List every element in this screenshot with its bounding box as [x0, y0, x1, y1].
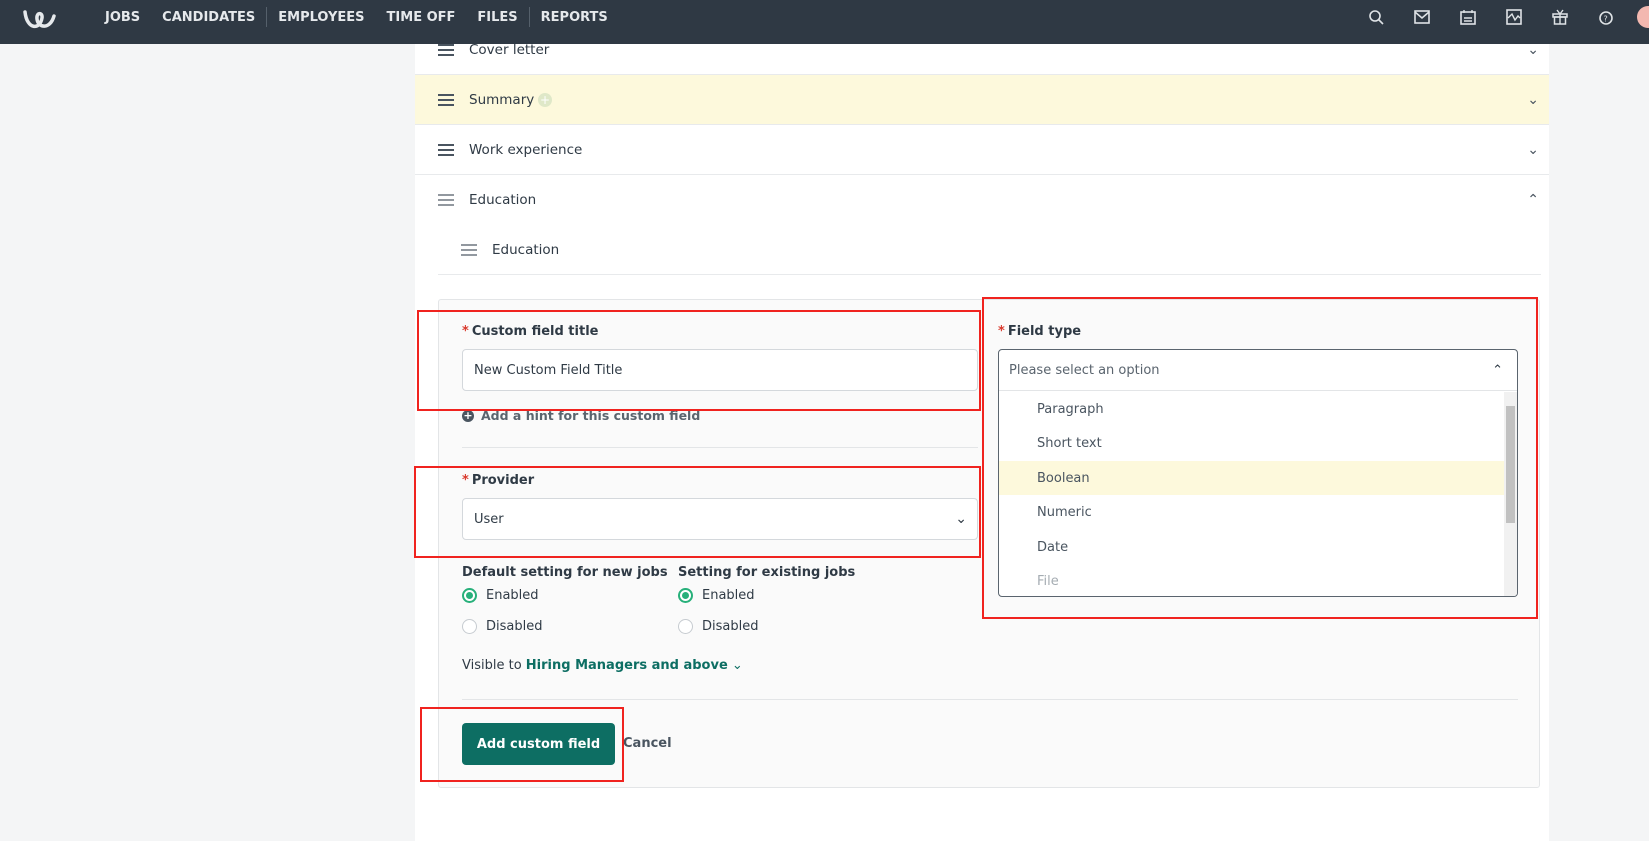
- page-gutter: [1549, 44, 1568, 841]
- cancel-button[interactable]: Cancel: [623, 736, 672, 751]
- visibility-setting: Visible to Hiring Managers and above ⌄: [462, 658, 743, 673]
- chevron-down-icon[interactable]: ⌄: [732, 658, 743, 673]
- option-boolean[interactable]: Boolean: [999, 461, 1504, 495]
- add-hint-link[interactable]: + Add a hint for this custom field: [462, 408, 700, 423]
- section-label: Education: [469, 192, 537, 208]
- option-short-text[interactable]: Short text: [999, 426, 1504, 460]
- svg-text:?: ?: [1604, 15, 1608, 24]
- new-jobs-enabled-radio[interactable]: Enabled: [462, 588, 539, 603]
- gift-icon[interactable]: [1537, 9, 1583, 25]
- new-jobs-disabled-radio[interactable]: Disabled: [462, 619, 542, 634]
- provider-label: * Provider: [462, 473, 535, 488]
- divider: [462, 699, 1518, 700]
- existing-jobs-setting-label: Setting for existing jobs: [678, 565, 856, 580]
- option-file[interactable]: File: [999, 564, 1504, 596]
- avatar[interactable]: [1637, 6, 1649, 28]
- calendar-icon[interactable]: [1445, 9, 1491, 25]
- custom-field-title-input[interactable]: New Custom Field Title: [462, 349, 978, 391]
- subsection-label: Education: [492, 241, 560, 258]
- option-numeric[interactable]: Numeric: [999, 495, 1504, 529]
- section-cover-letter[interactable]: Cover letter ⌄: [415, 25, 1549, 75]
- nav-jobs[interactable]: JOBS: [94, 10, 151, 25]
- drag-handle-icon[interactable]: [438, 41, 454, 59]
- custom-field-title-label: * Custom field title: [462, 324, 599, 339]
- activity-icon[interactable]: [1491, 9, 1537, 25]
- nav-employees[interactable]: EMPLOYEES: [267, 10, 375, 25]
- option-date[interactable]: Date: [999, 530, 1504, 564]
- logo-icon[interactable]: [22, 8, 68, 32]
- chevron-down-icon[interactable]: ⌄: [1527, 92, 1539, 108]
- nav-time-off[interactable]: TIME OFF: [376, 10, 467, 25]
- field-type-label: * Field type: [998, 324, 1082, 339]
- add-circle-icon[interactable]: +: [538, 92, 552, 107]
- section-label: Work experience: [469, 141, 583, 158]
- chevron-down-icon[interactable]: ⌄: [1527, 42, 1539, 58]
- chevron-down-icon[interactable]: ⌄: [1527, 142, 1539, 158]
- provider-select[interactable]: User ⌄: [462, 498, 978, 540]
- nav-reports[interactable]: REPORTS: [530, 10, 619, 25]
- drag-handle-icon[interactable]: [438, 191, 454, 209]
- nav-candidates[interactable]: CANDIDATES: [151, 10, 266, 25]
- scrollbar[interactable]: [1504, 392, 1517, 596]
- add-custom-field-button[interactable]: Add custom field: [462, 723, 615, 765]
- new-jobs-setting-label: Default setting for new jobs: [462, 565, 668, 580]
- existing-jobs-enabled-radio[interactable]: Enabled: [678, 588, 755, 603]
- section-education[interactable]: Education ⌃: [415, 175, 1549, 225]
- field-type-select[interactable]: Please select an option ⌃: [999, 350, 1517, 391]
- option-paragraph[interactable]: Paragraph: [999, 392, 1504, 426]
- chevron-down-icon: ⌄: [955, 511, 967, 527]
- subsection-education: Education: [438, 225, 1541, 275]
- chevron-up-icon[interactable]: ⌃: [1527, 192, 1539, 208]
- existing-jobs-disabled-radio[interactable]: Disabled: [678, 619, 758, 634]
- help-icon[interactable]: ?: [1583, 9, 1629, 25]
- section-work-experience[interactable]: Work experience ⌄: [415, 125, 1549, 175]
- section-label: Cover letter: [469, 41, 550, 58]
- section-summary[interactable]: Summary + ⌄: [415, 75, 1549, 125]
- plus-circle-icon: +: [462, 408, 474, 422]
- mail-icon[interactable]: [1399, 10, 1445, 24]
- nav-files[interactable]: FILES: [466, 10, 528, 25]
- field-type-dropdown[interactable]: Please select an option ⌃ Paragraph Short…: [998, 349, 1518, 597]
- drag-handle-icon[interactable]: [461, 241, 477, 259]
- visibility-dropdown[interactable]: Hiring Managers and above: [526, 658, 728, 673]
- search-icon[interactable]: [1353, 9, 1399, 25]
- drag-handle-icon[interactable]: [438, 91, 454, 109]
- section-label: Summary: [469, 91, 535, 108]
- divider: [462, 447, 978, 448]
- chevron-up-icon: ⌃: [1492, 362, 1503, 378]
- drag-handle-icon[interactable]: [438, 141, 454, 159]
